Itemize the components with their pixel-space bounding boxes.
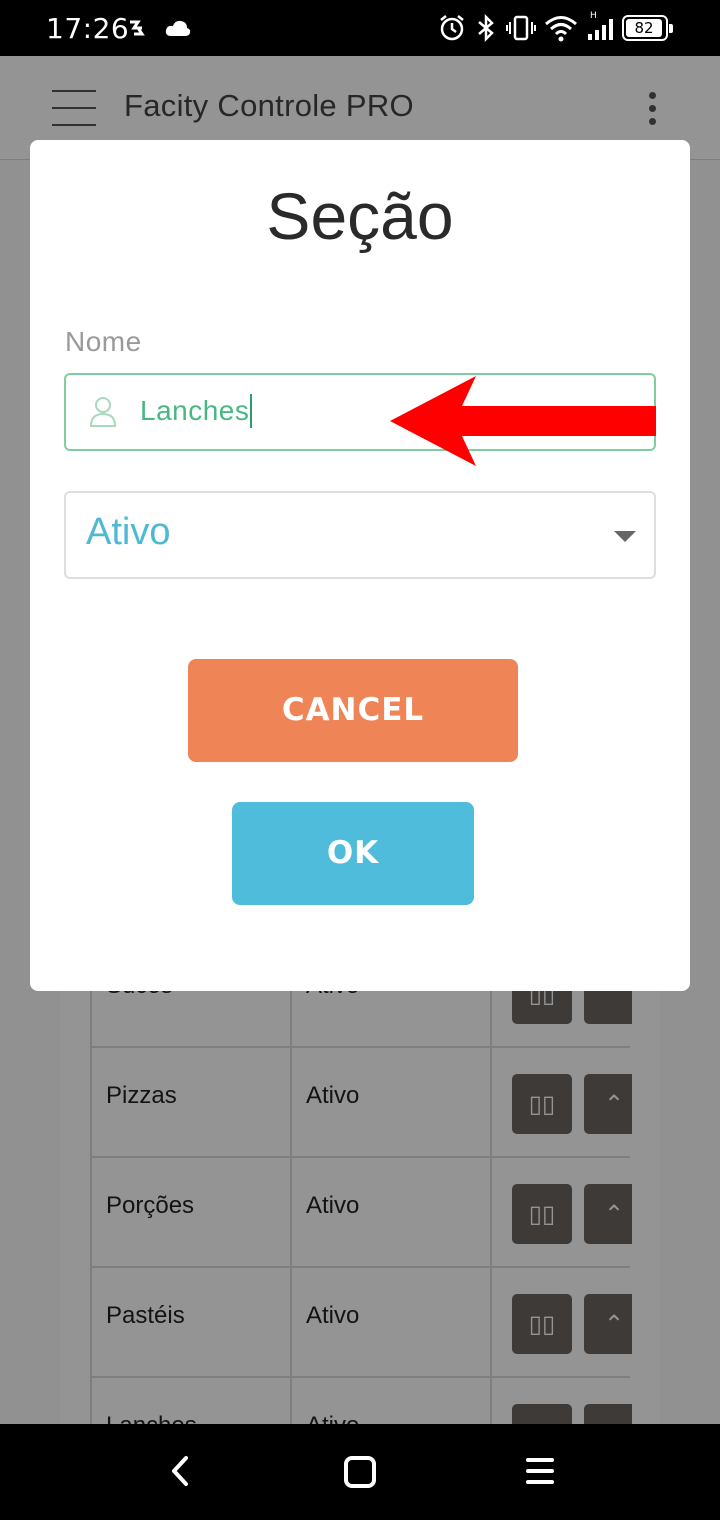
back-icon[interactable]: [166, 1454, 196, 1488]
vibrate-icon: [506, 15, 536, 41]
user-icon: [89, 397, 117, 427]
signal-icon: H: [588, 11, 613, 40]
dialog-title: Seção: [266, 179, 454, 253]
alarm-icon: [440, 15, 464, 41]
bluetooth-icon: [478, 14, 494, 42]
red-arrow-annotation: [390, 376, 656, 466]
navigation-bar: [0, 1424, 720, 1520]
chevron-down-icon: [614, 531, 636, 542]
name-input-value: Lanches: [140, 395, 250, 426]
battery-icon: 82: [622, 15, 673, 41]
status-select-value: Ativo: [86, 511, 171, 553]
name-field-label: Nome: [65, 326, 142, 357]
cancel-button[interactable]: CANCEL: [188, 659, 518, 762]
data-saver-icon: [130, 20, 145, 36]
cloud-icon: [165, 20, 191, 36]
svg-text:H: H: [590, 11, 597, 21]
home-icon[interactable]: [342, 1454, 378, 1490]
ok-button[interactable]: OK: [232, 802, 474, 905]
text-caret: [250, 393, 253, 428]
battery-level: 82: [634, 19, 654, 37]
recents-icon[interactable]: [524, 1454, 556, 1488]
clock: 17:26: [46, 12, 130, 45]
wifi-icon: [545, 16, 577, 42]
status-bar: 17:26 H 82: [0, 0, 720, 56]
section-dialog: Seção Nome Lanches Ativo CANCEL OK: [30, 140, 690, 991]
status-select[interactable]: Ativo: [64, 491, 656, 579]
